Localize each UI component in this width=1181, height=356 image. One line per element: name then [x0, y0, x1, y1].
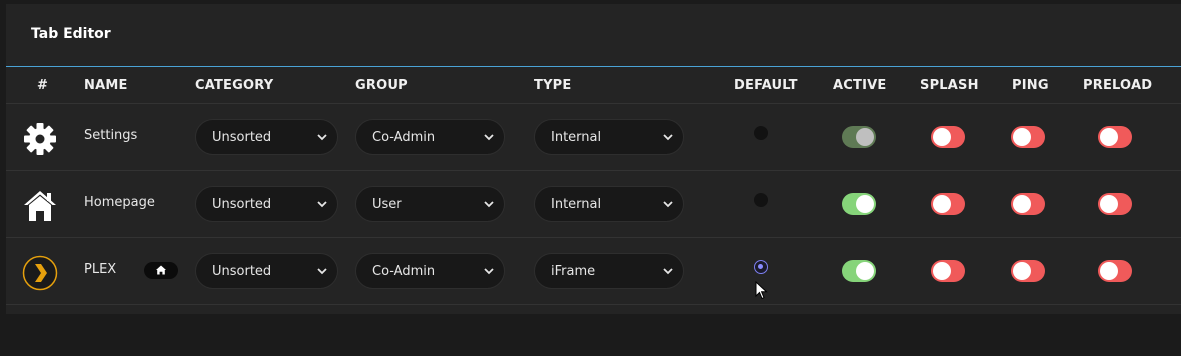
chevron-down-icon	[317, 134, 327, 141]
chevron-down-icon	[317, 201, 327, 208]
col-active: ACTIVE	[833, 78, 887, 93]
table-header: # NAME CATEGORY GROUP TYPE DEFAULT ACTIV…	[6, 67, 1181, 104]
chevron-down-icon	[663, 268, 673, 275]
tab-name: PLEX	[84, 262, 117, 277]
preload-toggle[interactable]	[1098, 193, 1132, 215]
mouse-cursor-icon	[755, 281, 768, 300]
active-toggle[interactable]	[842, 126, 876, 148]
col-default: DEFAULT	[734, 78, 798, 93]
active-toggle[interactable]	[842, 260, 876, 282]
col-type: TYPE	[534, 78, 572, 93]
ping-toggle[interactable]	[1011, 260, 1045, 282]
type-select[interactable]: Internal	[534, 186, 684, 222]
chevron-down-icon	[484, 201, 494, 208]
ping-toggle[interactable]	[1011, 126, 1045, 148]
category-select[interactable]: Unsorted	[195, 119, 338, 155]
category-select[interactable]: Unsorted	[195, 253, 338, 289]
preload-toggle[interactable]	[1098, 126, 1132, 148]
default-radio[interactable]	[754, 193, 768, 207]
preload-toggle[interactable]	[1098, 260, 1132, 282]
ping-toggle[interactable]	[1011, 193, 1045, 215]
group-select[interactable]: User	[355, 186, 505, 222]
panel-title: Tab Editor	[31, 26, 111, 42]
homepage-badge	[144, 262, 178, 279]
panel-header: Tab Editor	[6, 4, 1181, 67]
col-num: #	[37, 78, 49, 93]
table-row: PLEX Unsorted Co-Admin iFrame	[6, 238, 1181, 305]
chevron-down-icon	[484, 134, 494, 141]
col-splash: SPLASH	[920, 78, 979, 93]
active-toggle[interactable]	[842, 193, 876, 215]
table-row: Homepage Unsorted User Internal	[6, 171, 1181, 238]
default-radio[interactable]	[754, 260, 768, 274]
group-select[interactable]: Co-Admin	[355, 253, 505, 289]
splash-toggle[interactable]	[931, 193, 965, 215]
type-select[interactable]: Internal	[534, 119, 684, 155]
gear-icon	[22, 121, 58, 157]
tab-name: Homepage	[84, 195, 155, 210]
home-icon	[22, 188, 58, 224]
group-select[interactable]: Co-Admin	[355, 119, 505, 155]
chevron-down-icon	[663, 134, 673, 141]
plex-icon	[22, 255, 58, 291]
col-category: CATEGORY	[195, 78, 274, 93]
chevron-down-icon	[317, 268, 327, 275]
chevron-down-icon	[663, 201, 673, 208]
splash-toggle[interactable]	[931, 126, 965, 148]
type-select[interactable]: iFrame	[534, 253, 684, 289]
default-radio[interactable]	[754, 126, 768, 140]
col-ping: PING	[1012, 78, 1049, 93]
col-group: GROUP	[355, 78, 408, 93]
table-row: Settings Unsorted Co-Admin Internal	[6, 104, 1181, 171]
splash-toggle[interactable]	[931, 260, 965, 282]
tab-name: Settings	[84, 128, 138, 143]
home-icon	[156, 265, 166, 275]
category-select[interactable]: Unsorted	[195, 186, 338, 222]
col-preload: PRELOAD	[1083, 78, 1153, 93]
col-name: NAME	[84, 78, 128, 93]
chevron-down-icon	[484, 268, 494, 275]
tab-editor-panel: Tab Editor # NAME CATEGORY GROUP TYPE DE…	[6, 4, 1181, 314]
